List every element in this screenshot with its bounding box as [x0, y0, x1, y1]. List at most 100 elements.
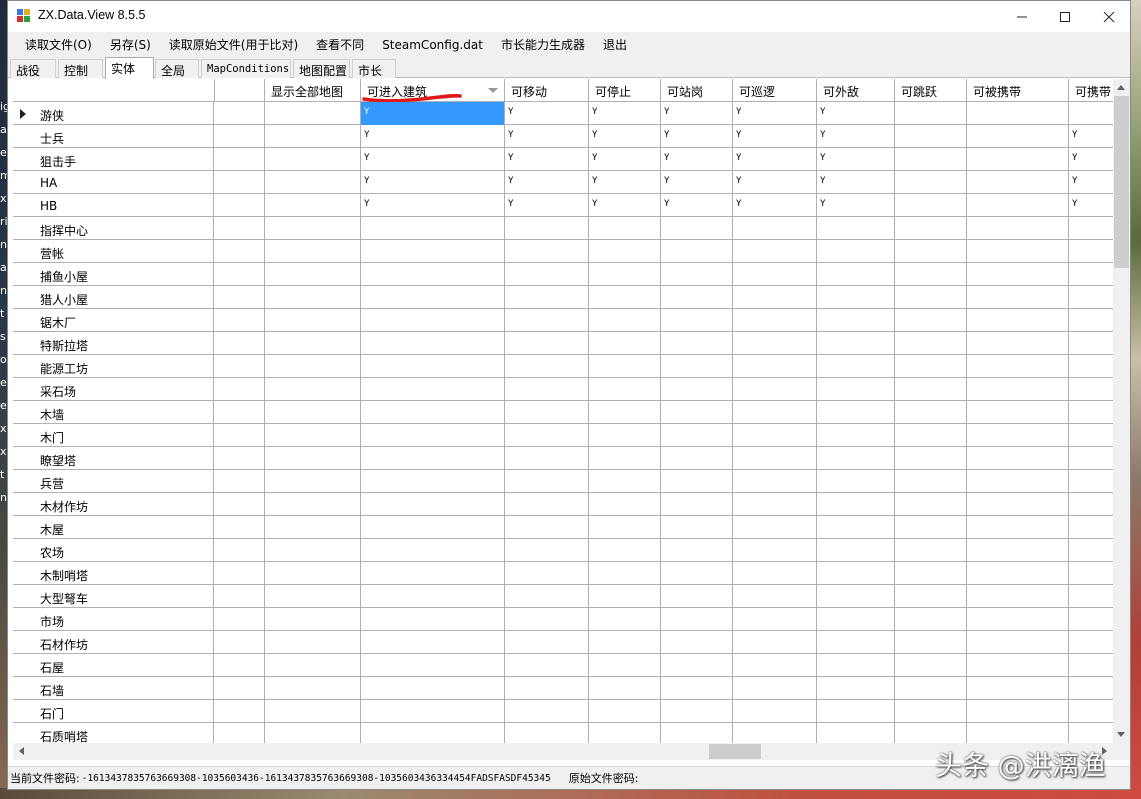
grid-cell[interactable] [895, 608, 967, 631]
grid-cell[interactable] [589, 309, 661, 332]
grid-cell[interactable] [661, 723, 733, 743]
row-header-corner[interactable] [13, 79, 215, 102]
row-header[interactable]: 锯木厂 [13, 309, 214, 332]
row-header[interactable]: 石屋 [13, 654, 214, 677]
grid-cell[interactable] [1069, 217, 1117, 240]
grid-cell[interactable] [265, 263, 361, 286]
grid-cell[interactable] [733, 240, 817, 263]
row-header[interactable]: 指挥中心 [13, 217, 214, 240]
grid-cell[interactable] [589, 631, 661, 654]
row-header[interactable]: 石门 [13, 700, 214, 723]
grid-cell[interactable] [265, 194, 361, 217]
scroll-down-icon[interactable] [1117, 732, 1125, 737]
row-header[interactable]: 狙击手 [13, 148, 214, 171]
grid-cell[interactable] [1069, 240, 1117, 263]
grid-cell[interactable] [215, 493, 265, 516]
grid-cell[interactable]: Y [505, 148, 589, 171]
grid-cell[interactable] [505, 654, 589, 677]
grid-cell[interactable] [1069, 447, 1117, 470]
grid-cell[interactable] [589, 217, 661, 240]
row-header[interactable]: 士兵 [13, 125, 214, 148]
table-row[interactable]: 特斯拉塔 [13, 332, 1117, 355]
grid-cell[interactable] [589, 401, 661, 424]
grid-cell[interactable] [215, 378, 265, 401]
grid-cell[interactable] [733, 447, 817, 470]
grid-cell[interactable] [895, 700, 967, 723]
grid-cell[interactable]: Y [361, 102, 505, 125]
table-row[interactable]: HA Y Y Y Y Y Y Y [13, 171, 1117, 194]
grid-cell[interactable] [361, 723, 505, 743]
grid-cell[interactable] [967, 194, 1069, 217]
grid-cell[interactable] [661, 677, 733, 700]
grid-cell[interactable] [817, 631, 895, 654]
grid-cell[interactable] [661, 516, 733, 539]
grid-cell[interactable] [967, 125, 1069, 148]
table-row[interactable]: 木门 [13, 424, 1117, 447]
grid-cell[interactable] [505, 447, 589, 470]
grid-cell[interactable] [215, 539, 265, 562]
row-header[interactable]: 瞭望塔 [13, 447, 214, 470]
grid-cell[interactable] [589, 654, 661, 677]
grid-cell[interactable] [967, 631, 1069, 654]
column-header[interactable]: 可跳跃 [895, 79, 967, 102]
row-header[interactable]: 能源工坊 [13, 355, 214, 378]
table-row[interactable]: 市场 [13, 608, 1117, 631]
grid-cell[interactable] [733, 401, 817, 424]
grid-cell[interactable] [505, 217, 589, 240]
column-header[interactable]: 可被携带 [967, 79, 1069, 102]
grid-cell[interactable] [215, 240, 265, 263]
grid-cell[interactable] [817, 309, 895, 332]
grid-cell[interactable] [661, 332, 733, 355]
grid-cell[interactable] [967, 217, 1069, 240]
grid-cell[interactable] [215, 148, 265, 171]
grid-cell[interactable] [1069, 723, 1117, 743]
grid-cell[interactable] [265, 355, 361, 378]
grid-cell[interactable]: Y [361, 171, 505, 194]
grid-cell[interactable] [265, 539, 361, 562]
grid-cell[interactable] [215, 723, 265, 743]
menu-item[interactable]: 另存(S) [101, 36, 160, 53]
grid-cell[interactable]: Y [505, 194, 589, 217]
grid-cell[interactable] [967, 424, 1069, 447]
grid-cell[interactable] [361, 332, 505, 355]
table-row[interactable]: 狙击手 Y Y Y Y Y Y Y [13, 148, 1117, 171]
grid-cell[interactable] [215, 424, 265, 447]
grid-cell[interactable]: Y [589, 171, 661, 194]
table-row[interactable]: 石门 [13, 700, 1117, 723]
row-header[interactable]: 特斯拉塔 [13, 332, 214, 355]
grid-cell[interactable] [817, 332, 895, 355]
grid-cell[interactable]: Y [589, 194, 661, 217]
table-row[interactable]: 木材作坊 [13, 493, 1117, 516]
menu-item[interactable]: SteamConfig.dat [373, 38, 492, 52]
grid-cell[interactable] [589, 493, 661, 516]
grid-cell[interactable] [895, 148, 967, 171]
grid-cell[interactable] [265, 723, 361, 743]
grid-cell[interactable] [817, 677, 895, 700]
grid-cell[interactable] [505, 355, 589, 378]
grid-cell[interactable] [895, 171, 967, 194]
grid-cell[interactable] [589, 677, 661, 700]
grid-cell[interactable] [895, 378, 967, 401]
grid-cell[interactable] [215, 608, 265, 631]
grid-cell[interactable] [733, 723, 817, 743]
grid-cell[interactable] [895, 332, 967, 355]
table-row[interactable]: 营帐 [13, 240, 1117, 263]
grid-cell[interactable]: Y [733, 194, 817, 217]
grid-cell[interactable] [1069, 470, 1117, 493]
grid-cell[interactable] [505, 585, 589, 608]
grid-cell[interactable] [661, 470, 733, 493]
grid-cell[interactable] [1069, 631, 1117, 654]
grid-cell[interactable] [589, 240, 661, 263]
grid-cell[interactable] [215, 125, 265, 148]
grid-cell[interactable] [589, 562, 661, 585]
grid-cell[interactable] [661, 654, 733, 677]
grid-cell[interactable] [361, 562, 505, 585]
table-row[interactable]: HB Y Y Y Y Y Y Y [13, 194, 1117, 217]
grid-cell[interactable] [1069, 493, 1117, 516]
grid-cell[interactable] [895, 309, 967, 332]
grid-cell[interactable] [265, 240, 361, 263]
row-header[interactable]: 农场 [13, 539, 214, 562]
tab-2[interactable]: 实体 [105, 57, 154, 79]
grid-cell[interactable] [361, 401, 505, 424]
tab-5[interactable]: 地图配置 [293, 59, 350, 78]
